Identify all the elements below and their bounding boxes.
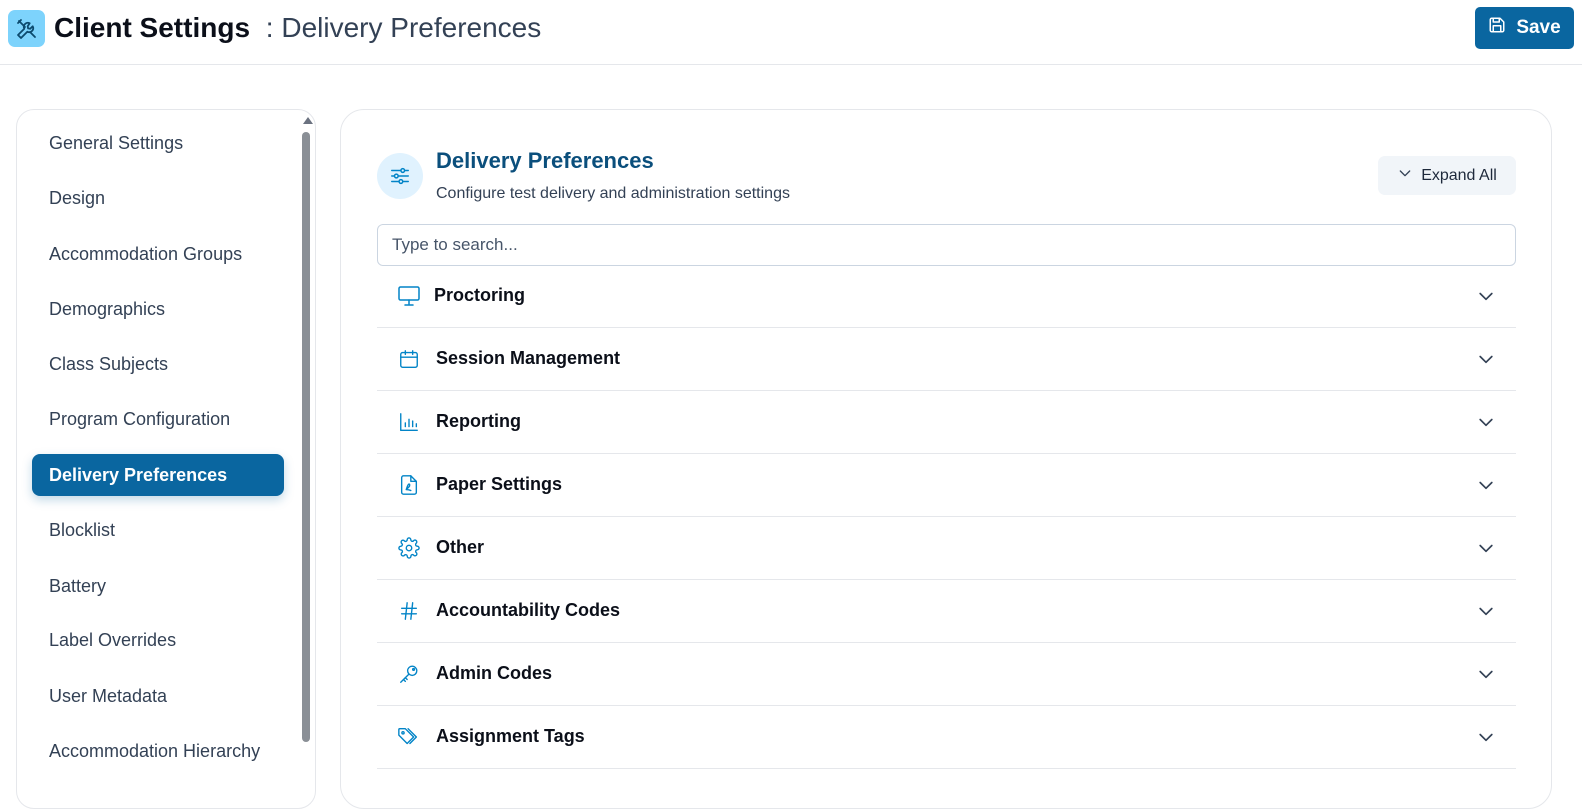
sidebar-item-label: Label Overrides [49, 629, 177, 650]
expand-all-label: Expand All [1421, 166, 1497, 184]
sidebar-item-demographics[interactable]: Demographics [32, 288, 284, 330]
sidebar-item-label: Demographics [49, 298, 166, 319]
chevron-down-icon[interactable] [1475, 285, 1497, 307]
sidebar-item-label: Delivery Preferences [49, 464, 228, 485]
accordion-label: Reporting [436, 411, 521, 431]
accordion-label: Assignment Tags [436, 726, 585, 746]
save-button[interactable]: Save [1475, 7, 1574, 49]
scroll-up-arrow-icon[interactable] [303, 117, 313, 124]
accordion-reporting[interactable]: Reporting [377, 391, 1516, 454]
sidebar-item-label-overrides[interactable]: Label Overrides [32, 619, 284, 661]
sidebar-item-delivery-preferences[interactable]: Delivery Preferences [32, 454, 284, 496]
accordion-assignment-tags[interactable]: Assignment Tags [377, 706, 1516, 769]
sidebar-item-accommodation-hierarchy[interactable]: Accommodation Hierarchy [32, 730, 284, 772]
accordion-session-management[interactable]: Session Management [377, 328, 1516, 391]
chevron-down-icon[interactable] [1475, 600, 1497, 622]
accordion-label: Accountability Codes [436, 600, 621, 620]
page-title: Client Settings : Delivery Preferences [54, 11, 541, 45]
sidebar-item-user-metadata[interactable]: User Metadata [32, 675, 284, 717]
bar-chart-icon [397, 410, 421, 434]
chevron-down-icon[interactable] [1475, 474, 1497, 496]
settings-sidebar: General Settings Design Accommodation Gr… [16, 109, 316, 809]
tags-icon [397, 725, 421, 749]
sidebar-scrollbar[interactable] [300, 114, 313, 794]
pdf-file-icon [397, 473, 421, 497]
hash-icon [397, 599, 421, 623]
chevron-down-icon[interactable] [1475, 411, 1497, 433]
save-label: Save [1516, 17, 1561, 38]
accordion-admin-codes[interactable]: Admin Codes [377, 643, 1516, 706]
sidebar-item-label: User Metadata [49, 685, 168, 706]
sidebar-item-program-configuration[interactable]: Program Configuration [32, 398, 284, 440]
monitor-icon [397, 284, 421, 308]
expand-all-button[interactable]: Expand All [1378, 156, 1516, 195]
tools-icon [8, 10, 45, 47]
accordion-paper-settings[interactable]: Paper Settings [377, 454, 1516, 517]
calendar-icon [397, 347, 421, 371]
accordion-label: Other [436, 537, 485, 557]
accordion-label: Paper Settings [436, 474, 563, 494]
accordion-accountability-codes[interactable]: Accountability Codes [377, 580, 1516, 643]
scrollbar-thumb[interactable] [302, 132, 310, 742]
chevron-down-icon[interactable] [1475, 663, 1497, 685]
chevron-down-icon[interactable] [1475, 726, 1497, 748]
sidebar-item-label: Battery [49, 575, 107, 596]
title-separator: : [265, 12, 274, 43]
sidebar-item-label: Class Subjects [49, 353, 169, 374]
key-icon [397, 662, 421, 686]
accordion-proctoring[interactable]: Proctoring [377, 265, 1516, 328]
accordion-other[interactable]: Other [377, 517, 1516, 580]
section-title: Delivery Preferences [436, 148, 654, 173]
sidebar-item-class-subjects[interactable]: Class Subjects [32, 343, 284, 385]
accordion-label: Admin Codes [436, 663, 553, 683]
sidebar-item-design[interactable]: Design [32, 177, 284, 219]
sidebar-item-label: Program Configuration [49, 408, 231, 429]
search-input[interactable] [377, 224, 1516, 266]
accordion-label: Proctoring [434, 285, 526, 305]
sidebar-item-accommodation-groups[interactable]: Accommodation Groups [32, 233, 284, 275]
accordion-label: Session Management [436, 348, 621, 368]
sliders-icon [377, 153, 423, 199]
gear-icon [397, 536, 421, 560]
top-bar: Client Settings : Delivery Preferences S… [0, 0, 1582, 65]
page-title-sub: Delivery Preferences [281, 12, 542, 43]
chevron-down-icon [1397, 165, 1413, 186]
sidebar-item-label: General Settings [49, 132, 184, 153]
sidebar-item-general-settings[interactable]: General Settings [32, 122, 284, 164]
section-description: Configure test delivery and administrati… [436, 185, 790, 202]
sidebar-item-label: Accommodation Hierarchy [49, 740, 261, 761]
chevron-down-icon[interactable] [1475, 348, 1497, 370]
sidebar-item-battery[interactable]: Battery [32, 565, 284, 607]
sidebar-item-blocklist[interactable]: Blocklist [32, 509, 284, 551]
sidebar-item-label: Design [49, 187, 106, 208]
sidebar-item-label: Blocklist [49, 519, 116, 540]
delivery-preferences-card: Delivery Preferences Configure test deli… [340, 109, 1552, 809]
save-icon [1488, 16, 1506, 40]
chevron-down-icon[interactable] [1475, 537, 1497, 559]
page-title-main: Client Settings [54, 12, 251, 43]
sidebar-item-label: Accommodation Groups [49, 243, 243, 264]
